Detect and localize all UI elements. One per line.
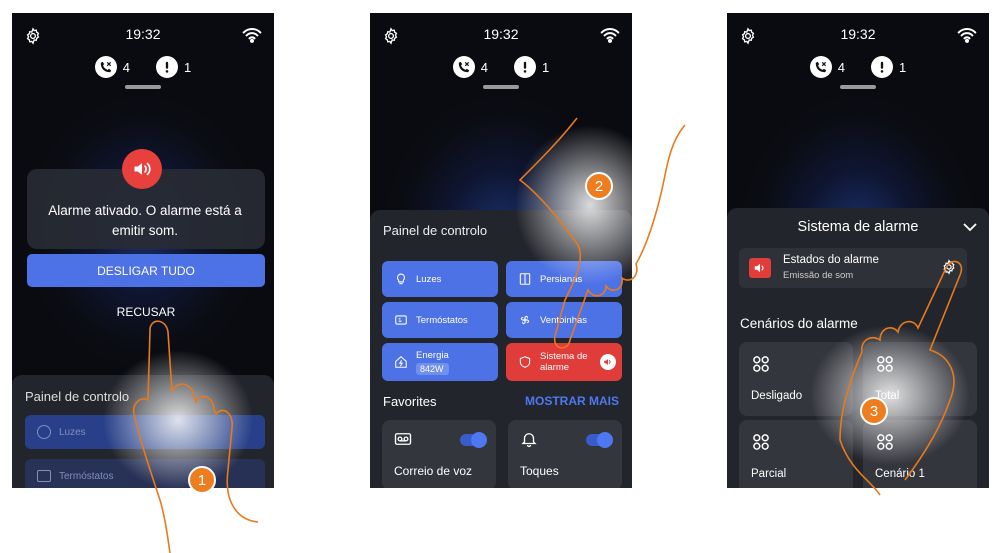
alert-icon xyxy=(871,56,893,78)
missed-calls-count: 4 xyxy=(122,59,130,75)
energy-house-icon xyxy=(395,356,407,368)
lightbulb-icon xyxy=(37,425,51,439)
tile-alarm-system-label: Sistema de alarme xyxy=(540,351,588,373)
screen-control-panel: 19:32 4 1 Painel de controlo Luzes Persi… xyxy=(370,13,632,488)
scenario-icon xyxy=(877,356,893,372)
missed-call-icon xyxy=(94,56,117,78)
tile-fans[interactable]: Ventoinhas xyxy=(506,302,622,338)
tile-energy[interactable]: Energia 842W xyxy=(382,343,498,381)
favorites-title: Favorites xyxy=(383,394,437,409)
tile-thermostats[interactable]: Termóstatos xyxy=(382,302,498,338)
alert-icon xyxy=(156,56,178,78)
scenario-1-label: Cenário 1 xyxy=(875,468,925,480)
wifi-icon xyxy=(957,28,977,43)
alerts-count: 1 xyxy=(542,59,550,75)
refuse-button[interactable]: RECUSAR xyxy=(27,301,265,323)
screen-alarm-system: 19:32 4 1 Sistema de alarme Estados do a… xyxy=(727,13,989,488)
alert-icon xyxy=(514,56,536,78)
settings-gear-icon[interactable] xyxy=(941,259,957,275)
chevron-down-icon[interactable] xyxy=(963,222,977,232)
alarm-speaker-icon xyxy=(600,354,616,370)
clock: 19:32 xyxy=(840,26,876,42)
thermostat-icon xyxy=(395,315,407,325)
turn-off-all-button[interactable]: DESLIGAR TUDO xyxy=(27,254,265,287)
tile-lights[interactable]: Luzes xyxy=(25,415,265,449)
scenario-partial-label: Parcial xyxy=(751,468,787,480)
drawer-handle[interactable] xyxy=(125,85,161,89)
alarm-speaker-icon xyxy=(749,258,771,278)
scenario-icon xyxy=(877,434,893,450)
scenario-icon xyxy=(753,356,769,372)
scenario-off[interactable]: Desligado xyxy=(739,342,853,416)
scenario-off-label: Desligado xyxy=(751,390,803,402)
wifi-icon xyxy=(242,28,262,43)
voicemail-toggle[interactable] xyxy=(460,432,487,448)
tile-lights-label: Luzes xyxy=(416,273,442,285)
voicemail-icon xyxy=(394,433,412,445)
missed-call-icon xyxy=(809,56,832,78)
step-marker-2: 2 xyxy=(585,172,613,200)
step-marker-1: 1 xyxy=(188,466,216,494)
alarm-system-panel: Sistema de alarme Estados do alarme Emis… xyxy=(727,208,989,488)
scenarios-title: Cenários do alarme xyxy=(740,316,858,331)
favorite-voicemail-label: Correio de voz xyxy=(394,464,473,478)
drawer-handle[interactable] xyxy=(840,85,876,89)
tile-thermostats-label: Termóstatos xyxy=(59,470,114,482)
favorite-ringtones[interactable]: Toques xyxy=(508,420,622,488)
alarm-speaker-icon xyxy=(122,149,162,189)
screen-alarm-notification: 19:32 4 1 Alarme ativado. O alarme está … xyxy=(12,13,274,488)
panel-title: Sistema de alarme xyxy=(797,219,919,235)
step-marker-3: 3 xyxy=(860,397,888,425)
missed-calls-count: 4 xyxy=(480,59,488,75)
blinds-icon xyxy=(519,273,531,285)
control-panel-drawer: Painel de controlo Luzes Termóstatos xyxy=(12,375,274,488)
shield-icon xyxy=(519,356,531,368)
alarm-message: Alarme ativado. O alarme está a emitir s… xyxy=(48,203,242,238)
missed-calls-count: 4 xyxy=(837,59,845,75)
notification-bar[interactable]: 4 1 xyxy=(12,55,274,79)
tile-thermostats[interactable]: Termóstatos xyxy=(25,459,265,488)
panel-title: Painel de controlo xyxy=(383,223,488,238)
tile-blinds-label: Persianas xyxy=(540,273,583,285)
lightbulb-icon xyxy=(396,273,406,285)
tile-thermostats-label: Termóstatos xyxy=(416,314,468,326)
notification-bar[interactable]: 4 1 xyxy=(370,55,632,79)
alerts-count: 1 xyxy=(899,59,907,75)
missed-call-icon xyxy=(452,56,475,78)
clock: 19:32 xyxy=(483,26,519,42)
favorite-ringtones-label: Toques xyxy=(520,464,559,478)
clock: 19:32 xyxy=(125,26,161,42)
bell-icon xyxy=(521,433,537,448)
tile-alarm-system[interactable]: Sistema de alarme xyxy=(506,343,622,381)
show-more-link[interactable]: MOSTRAR MAIS xyxy=(525,394,619,408)
alarm-states-subtitle: Emissão de som xyxy=(783,270,854,281)
alarm-states-title: Estados do alarme xyxy=(783,254,879,266)
alerts-count: 1 xyxy=(184,59,192,75)
thermostat-icon xyxy=(37,470,51,482)
fan-icon xyxy=(520,315,530,325)
control-panel: Painel de controlo Luzes Persianas Termó… xyxy=(370,210,632,488)
favorite-voicemail[interactable]: Correio de voz xyxy=(382,420,496,488)
tile-blinds[interactable]: Persianas xyxy=(506,261,622,297)
wifi-icon xyxy=(600,28,620,43)
ringtones-toggle[interactable] xyxy=(586,432,613,448)
drawer-handle[interactable] xyxy=(483,85,519,89)
panel-title: Painel de controlo xyxy=(25,389,130,404)
scenario-icon xyxy=(753,434,769,450)
tile-fans-label: Ventoinhas xyxy=(540,314,588,326)
scenario-1[interactable]: Cenário 1 xyxy=(863,420,977,488)
alarm-states-card[interactable]: Estados do alarme Emissão de som xyxy=(739,248,967,288)
tile-energy-label: Energia xyxy=(416,349,449,361)
tile-lights-label: Luzes xyxy=(59,426,86,438)
tile-lights[interactable]: Luzes xyxy=(382,261,498,297)
notification-bar[interactable]: 4 1 xyxy=(727,55,989,79)
energy-value-badge: 842W xyxy=(416,362,449,375)
scenario-partial[interactable]: Parcial xyxy=(739,420,853,488)
